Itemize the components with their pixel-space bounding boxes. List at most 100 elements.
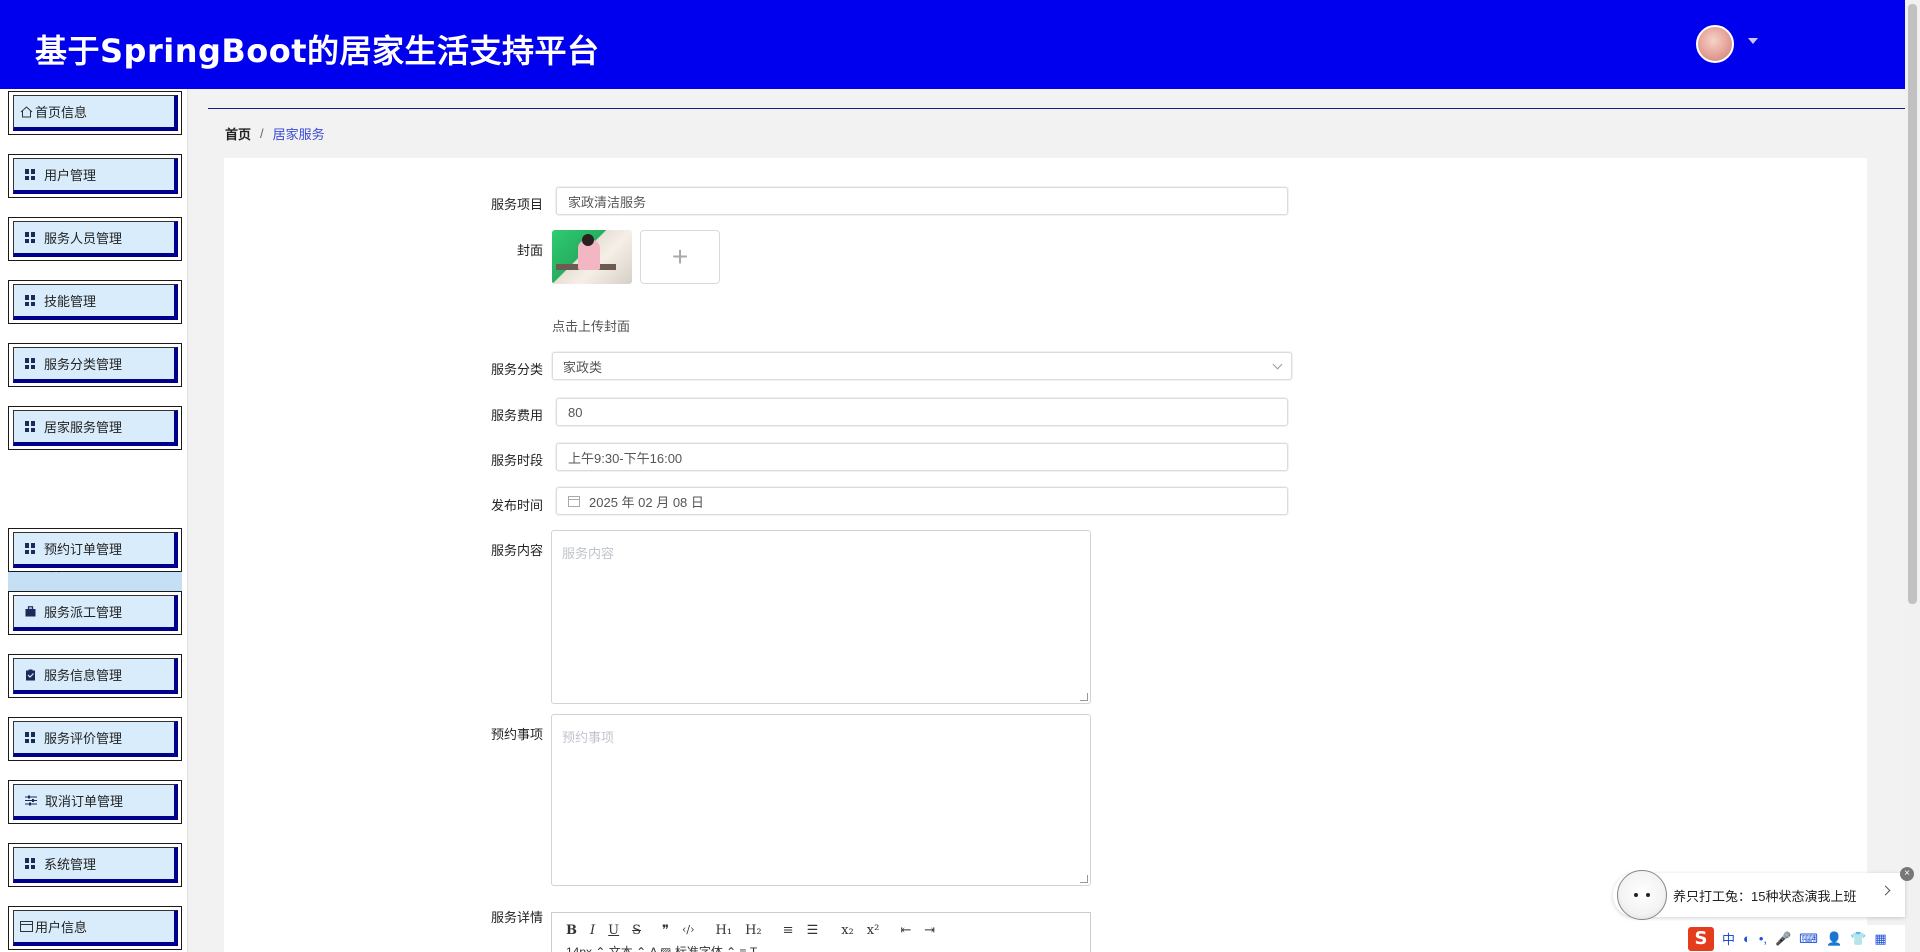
ordered-list-button[interactable]: ≡ — [783, 923, 794, 938]
upload-cover-hint: 点击上传封面 — [552, 319, 631, 334]
italic-button[interactable]: I — [590, 923, 595, 938]
sidebar-item-label: 用户信息 — [35, 920, 88, 935]
card-icon — [20, 921, 33, 932]
sidebar-item-cancel-order-management[interactable]: 取消订单管理 — [8, 780, 182, 824]
sidebar-item-label: 服务信息管理 — [44, 668, 123, 683]
grid-icon — [25, 295, 36, 306]
plus-icon: + — [671, 241, 689, 272]
sidebar-item-review-management[interactable]: 服务评价管理 — [8, 717, 182, 761]
ime-toolbar: S 中 ◐ •, 🎤 ⌨ 👤 👕 ▦ — [1686, 925, 1905, 952]
page-scrollbar[interactable] — [1905, 0, 1920, 952]
grid-icon — [25, 421, 36, 432]
subscript-button[interactable]: x₂ — [841, 923, 854, 938]
sidebar-item-user-management[interactable]: 用户管理 — [8, 154, 182, 198]
grid-icon — [25, 858, 36, 869]
content-label: 服务内容 — [490, 543, 543, 558]
quote-button[interactable]: ❞ — [662, 923, 669, 938]
fee-input[interactable]: 80 — [556, 398, 1288, 426]
breadcrumb-current: 居家服务 — [272, 127, 325, 142]
sidebar-item-label: 技能管理 — [44, 294, 97, 309]
bullet-list-button[interactable]: ☰ — [807, 923, 819, 938]
sheep-mascot-icon — [1617, 870, 1667, 920]
time-slot-label: 服务时段 — [490, 453, 543, 468]
time-slot-input[interactable]: 上午9:30-下午16:00 — [556, 443, 1288, 471]
publish-time-picker[interactable]: 2025 年 02 月 08 日 — [556, 487, 1288, 515]
sidebar-item-label: 系统管理 — [44, 857, 97, 872]
sidebar-item-user-info[interactable]: 用户信息 — [8, 906, 182, 950]
user-icon[interactable]: 👤 — [1826, 931, 1842, 947]
scrollbar-thumb[interactable] — [1908, 4, 1917, 604]
breadcrumb-home[interactable]: 首页 — [225, 124, 251, 143]
close-icon[interactable]: × — [1900, 867, 1914, 881]
keyboard-icon[interactable]: ⌨ — [1799, 931, 1818, 947]
content-textarea[interactable]: 服务内容 — [551, 530, 1091, 704]
app-title: 基于SpringBoot的居家生活支持平台 — [35, 32, 600, 70]
sidebar-item-label: 服务人员管理 — [44, 231, 123, 246]
grid-icon — [25, 232, 36, 243]
clipboard-icon — [26, 669, 35, 680]
bold-button[interactable]: B — [566, 923, 577, 938]
service-item-label: 服务项目 — [490, 197, 543, 212]
sliders-icon — [25, 795, 37, 806]
calendar-icon — [568, 495, 580, 507]
details-label: 服务详情 — [490, 910, 543, 925]
cover-image[interactable] — [552, 230, 632, 284]
chevron-down-icon — [1272, 359, 1283, 370]
code-button[interactable]: ‹/› — [682, 923, 695, 938]
outdent-button[interactable]: ⇤ — [900, 923, 911, 938]
notes-label: 预约事项 — [490, 727, 543, 742]
skin-icon[interactable]: 👕 — [1850, 931, 1866, 947]
resize-handle-icon[interactable] — [1080, 693, 1088, 701]
sidebar-item-label: 服务评价管理 — [44, 731, 123, 746]
notification-toast[interactable]: 养只打工兔：15种状态演我上班 × — [1613, 867, 1914, 920]
content-placeholder: 服务内容 — [562, 546, 615, 561]
rich-text-editor[interactable]: B I U S ❞ ‹/› H₁ H₂ ≡ ☰ x₂ x² ⇤ ⇥ 14px ⌃… — [551, 912, 1091, 952]
punctuation-icon[interactable]: •, — [1759, 931, 1767, 946]
user-avatar[interactable] — [1696, 25, 1734, 63]
sidebar-item-staff-management[interactable]: 服务人员管理 — [8, 217, 182, 261]
strike-button[interactable]: S — [632, 923, 641, 938]
sidebar-item-dispatch-management[interactable]: 服务派工管理 — [8, 591, 182, 635]
apps-grid-icon[interactable]: ▦ — [1874, 931, 1886, 947]
sidebar-item-label: 首页信息 — [35, 105, 88, 120]
sidebar-item-home-service-management[interactable]: 居家服务管理 — [8, 406, 182, 450]
grid-icon — [25, 543, 36, 554]
sidebar-item-category-management[interactable]: 服务分类管理 — [8, 343, 182, 387]
sidebar-item-label: 服务派工管理 — [44, 605, 123, 620]
sidebar-item-skill-management[interactable]: 技能管理 — [8, 280, 182, 324]
notes-textarea[interactable]: 预约事项 — [551, 714, 1091, 886]
upload-cover-button[interactable]: + — [640, 230, 720, 284]
top-header: 基于SpringBoot的居家生活支持平台 — [0, 0, 1905, 89]
grid-icon — [25, 732, 36, 743]
home-icon — [20, 105, 33, 117]
moon-icon[interactable]: ◐ — [1743, 931, 1751, 946]
ime-chinese-toggle[interactable]: 中 — [1722, 929, 1735, 948]
service-item-input[interactable]: 家政清洁服务 — [556, 187, 1288, 215]
sidebar-item-system-management[interactable]: 系统管理 — [8, 843, 182, 887]
indent-button[interactable]: ⇥ — [924, 923, 935, 938]
caret-down-icon[interactable] — [1748, 38, 1758, 44]
sidebar-item-label: 用户管理 — [44, 168, 97, 183]
editor-toolbar-row2[interactable]: 14px ⌃ 文本 ⌃ A ▨ 标准字体 ⌃ ≡ T — [566, 943, 757, 952]
sidebar-item-label: 服务分类管理 — [44, 357, 123, 372]
sidebar-item-home[interactable]: 首页信息 — [8, 91, 182, 135]
sidebar-item-label: 取消订单管理 — [45, 794, 124, 809]
h2-button[interactable]: H₂ — [745, 923, 762, 938]
category-select[interactable]: 家政类 — [552, 352, 1292, 380]
grid-icon — [25, 169, 36, 180]
sogou-logo-icon[interactable]: S — [1688, 926, 1714, 951]
category-label: 服务分类 — [490, 362, 543, 377]
chevron-right-icon[interactable] — [1880, 885, 1891, 896]
notification-text[interactable]: 养只打工兔：15种状态演我上班 — [1673, 886, 1856, 905]
underline-button[interactable]: U — [608, 923, 619, 938]
h1-button[interactable]: H₁ — [716, 923, 733, 938]
microphone-icon[interactable]: 🎤 — [1775, 931, 1791, 947]
cover-label: 封面 — [516, 243, 543, 258]
sidebar-item-service-info-management[interactable]: 服务信息管理 — [8, 654, 182, 698]
superscript-button[interactable]: x² — [867, 923, 880, 938]
grid-icon — [25, 358, 36, 369]
breadcrumb-separator: / — [260, 126, 264, 141]
notes-placeholder: 预约事项 — [562, 730, 615, 745]
sidebar-item-booking-management[interactable]: 预约订单管理 — [8, 528, 182, 572]
resize-handle-icon[interactable] — [1080, 875, 1088, 883]
